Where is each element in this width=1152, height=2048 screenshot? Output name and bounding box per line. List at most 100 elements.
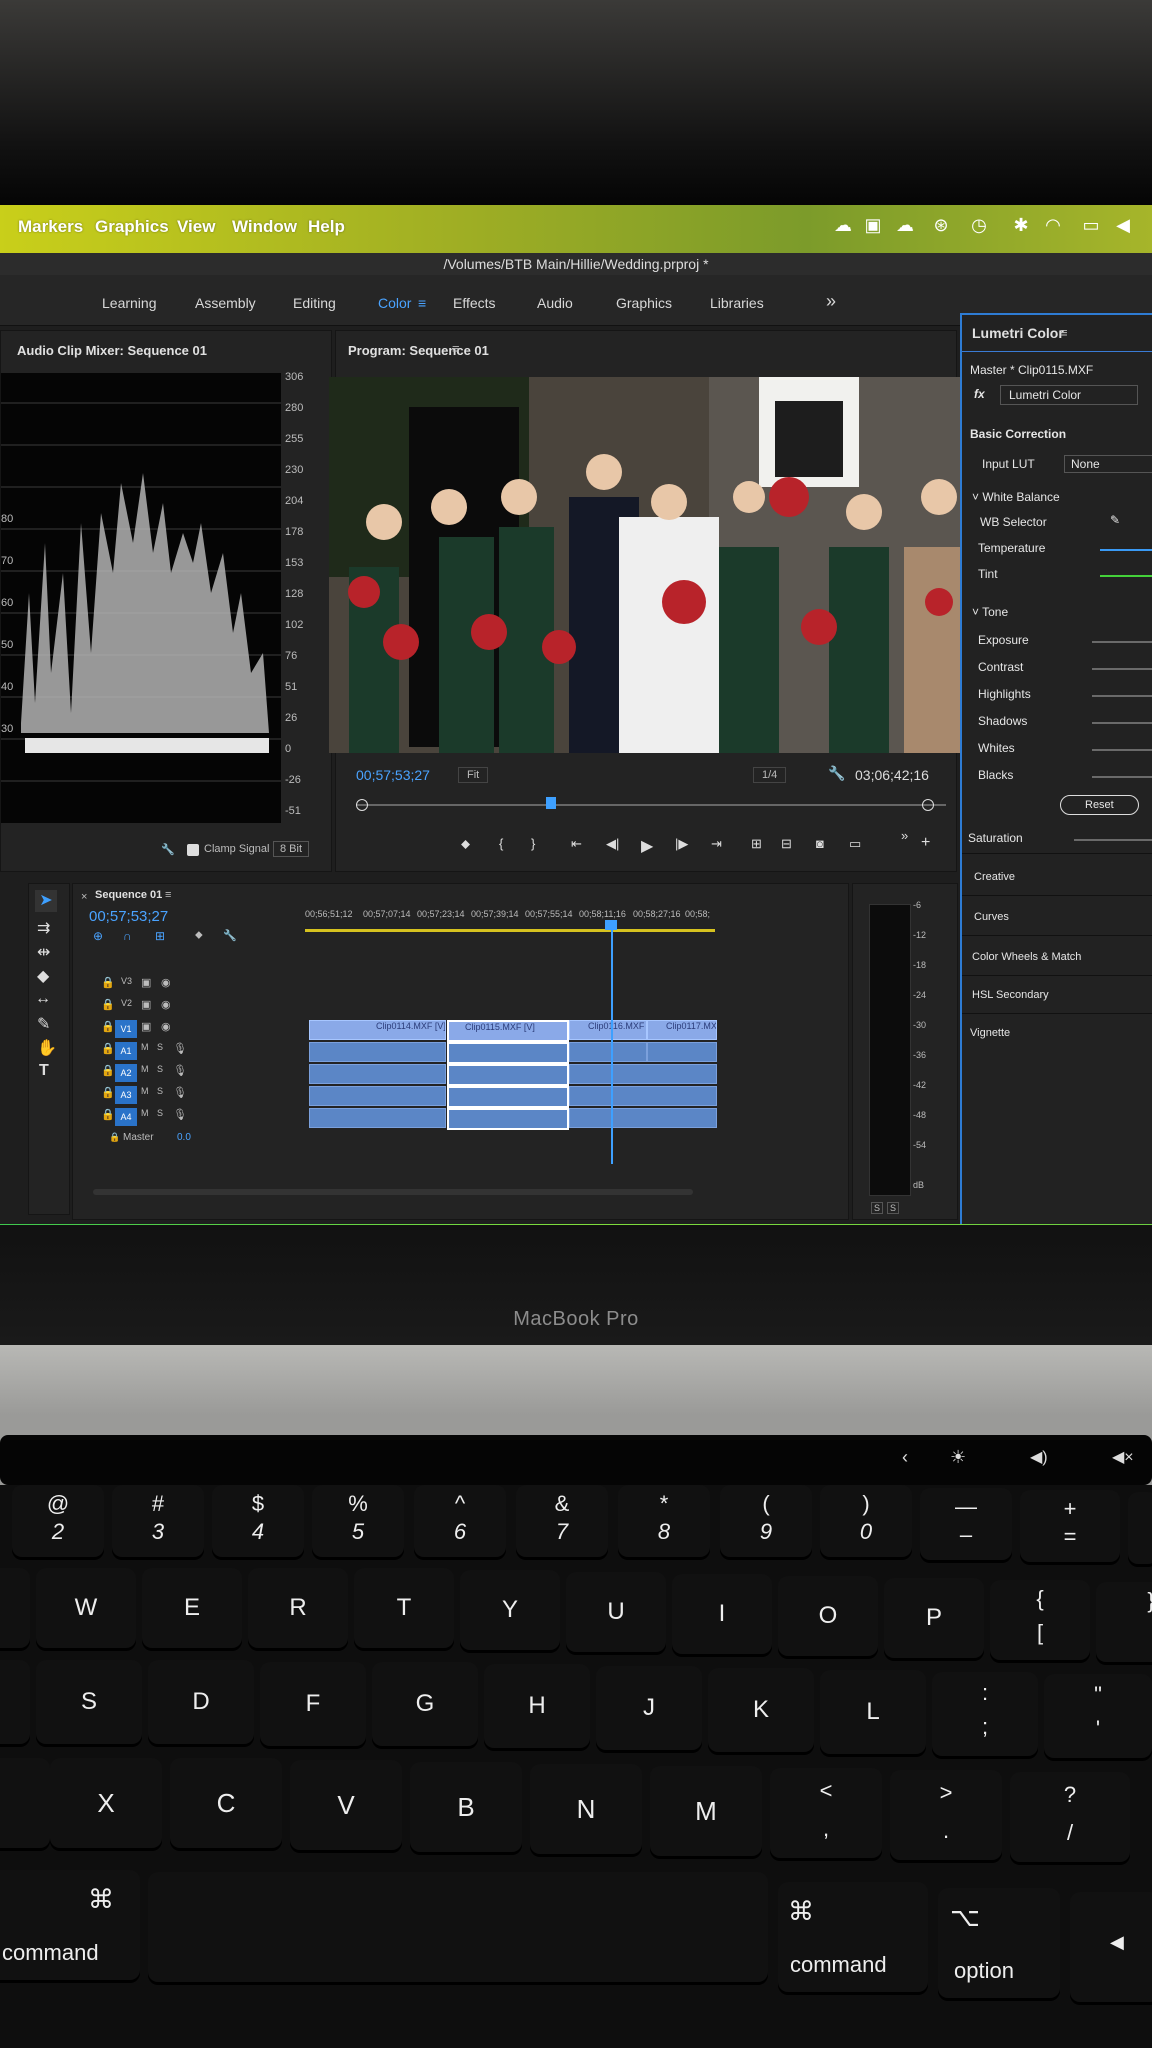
creative-cloud-icon[interactable]: ⊛ bbox=[928, 215, 954, 239]
key-bracket-left[interactable]: {[ bbox=[990, 1580, 1090, 1660]
window-icon[interactable]: ▣ bbox=[860, 215, 886, 239]
saturation-slider[interactable] bbox=[1074, 839, 1152, 841]
solo-button[interactable]: S bbox=[157, 1064, 163, 1074]
wrench-icon[interactable]: 🔧 bbox=[223, 929, 237, 942]
key-option[interactable]: ⌥ option bbox=[938, 1888, 1060, 1998]
wifi-icon[interactable]: ◠ bbox=[1040, 215, 1066, 239]
close-icon[interactable]: × bbox=[81, 891, 87, 903]
section-creative[interactable]: Creative bbox=[974, 871, 1015, 883]
key-r[interactable]: R bbox=[248, 1568, 348, 1648]
time-machine-icon[interactable]: ◷ bbox=[966, 215, 992, 239]
clip-audio[interactable] bbox=[309, 1086, 446, 1106]
hamburger-icon[interactable]: ≡ bbox=[1060, 325, 1068, 340]
camera-icon[interactable]: ◙ bbox=[816, 836, 824, 851]
clip-audio[interactable] bbox=[569, 1108, 717, 1128]
add-marker-icon[interactable]: ⬥ bbox=[195, 929, 203, 942]
tab-color[interactable]: Color bbox=[378, 295, 411, 311]
menu-window[interactable]: Window bbox=[232, 217, 297, 237]
linked-selection-icon[interactable]: ⊞ bbox=[155, 929, 165, 943]
key-m[interactable]: M bbox=[650, 1766, 762, 1856]
lock-icon[interactable]: 🔒 bbox=[101, 1064, 115, 1077]
section-hsl-secondary[interactable]: HSL Secondary bbox=[972, 989, 1049, 1001]
mute-button[interactable]: M bbox=[141, 1064, 149, 1074]
key-period[interactable]: >. bbox=[890, 1770, 1002, 1860]
key-s[interactable]: S bbox=[36, 1660, 142, 1744]
track-target-a2[interactable]: A2 bbox=[115, 1064, 137, 1082]
key-i[interactable]: I bbox=[672, 1574, 772, 1654]
microphone-icon[interactable]: 🎙 bbox=[173, 1108, 187, 1121]
lock-icon[interactable]: 🔒 bbox=[109, 1132, 120, 1143]
fit-select[interactable]: Fit bbox=[458, 767, 489, 783]
key-v[interactable]: V bbox=[290, 1760, 402, 1850]
clip-audio[interactable] bbox=[569, 1042, 647, 1062]
white-balance-toggle[interactable]: ˅ White Balance bbox=[972, 490, 1060, 504]
whites-slider[interactable] bbox=[1092, 749, 1152, 751]
input-lut-select[interactable]: None bbox=[1064, 455, 1152, 473]
blacks-slider[interactable] bbox=[1092, 776, 1152, 778]
key-u[interactable]: U bbox=[566, 1572, 666, 1652]
clip-video[interactable]: Clip0114.MXF [V] bbox=[309, 1020, 446, 1040]
hamburger-icon[interactable]: ≡ bbox=[452, 341, 460, 356]
solo-left-button[interactable]: S bbox=[871, 1202, 884, 1214]
solo-button[interactable]: S bbox=[157, 1042, 163, 1052]
track-target-v1[interactable]: V1 bbox=[115, 1020, 137, 1038]
eyedropper-icon[interactable]: ✎ bbox=[1110, 513, 1120, 527]
key-comma[interactable]: <, bbox=[770, 1768, 882, 1858]
tab-audio[interactable]: Audio bbox=[537, 295, 573, 311]
key-b[interactable]: B bbox=[410, 1762, 522, 1852]
step-forward-icon[interactable]: |▶ bbox=[675, 836, 688, 852]
clip-video[interactable]: Clip0116.MXF [V] bbox=[569, 1020, 647, 1040]
key-delete[interactable] bbox=[1128, 1492, 1152, 1564]
clip-audio[interactable] bbox=[647, 1042, 717, 1062]
tone-toggle[interactable]: ˅ Tone bbox=[972, 605, 1008, 619]
key-bracket-right[interactable]: } bbox=[1096, 1582, 1152, 1662]
solo-right-button[interactable]: S bbox=[887, 1202, 900, 1214]
key-n[interactable]: N bbox=[530, 1764, 642, 1854]
eye-icon[interactable]: ◉ bbox=[161, 998, 171, 1011]
add-button-icon[interactable]: + bbox=[921, 834, 930, 852]
clip-audio-selected[interactable] bbox=[447, 1086, 569, 1108]
reset-button[interactable]: Reset bbox=[1060, 795, 1139, 815]
key-7[interactable]: & 7 bbox=[516, 1485, 608, 1557]
key-c[interactable]: C bbox=[170, 1758, 282, 1848]
key-z[interactable] bbox=[0, 1758, 50, 1848]
key-command-right[interactable]: ⌘ command bbox=[778, 1882, 928, 1992]
key-equals[interactable]: + = bbox=[1020, 1490, 1120, 1562]
clip-audio[interactable] bbox=[309, 1108, 446, 1128]
microphone-icon[interactable]: 🎙 bbox=[173, 1086, 187, 1099]
key-q[interactable] bbox=[0, 1568, 30, 1648]
type-tool-icon[interactable]: T bbox=[39, 1062, 49, 1080]
track-target-a1[interactable]: A1 bbox=[115, 1042, 137, 1060]
temperature-slider[interactable] bbox=[1100, 549, 1152, 551]
out-handle[interactable] bbox=[922, 799, 934, 811]
step-back-icon[interactable]: ◀| bbox=[606, 836, 619, 852]
mark-in-icon[interactable]: { bbox=[499, 836, 503, 851]
timeline-playhead[interactable] bbox=[611, 924, 613, 1164]
brightness-icon[interactable]: ☀ bbox=[950, 1447, 966, 1468]
eye-icon[interactable]: ◉ bbox=[161, 976, 171, 989]
hamburger-icon[interactable]: ≡ bbox=[165, 889, 171, 901]
key-w[interactable]: W bbox=[36, 1568, 136, 1648]
mute-icon[interactable]: ◀× bbox=[1112, 1447, 1134, 1467]
playhead[interactable] bbox=[546, 797, 556, 809]
tint-slider[interactable] bbox=[1100, 575, 1152, 577]
more-icon[interactable]: » bbox=[901, 828, 908, 843]
menu-markers[interactable]: Markers bbox=[18, 217, 83, 237]
magnet-icon[interactable]: ∩ bbox=[123, 929, 132, 943]
key-quote[interactable]: " ' bbox=[1044, 1674, 1152, 1758]
tab-effects[interactable]: Effects bbox=[453, 295, 496, 311]
lock-icon[interactable]: 🔒 bbox=[101, 1020, 115, 1033]
in-handle[interactable] bbox=[356, 799, 368, 811]
resolution-select[interactable]: 1/4 bbox=[753, 767, 787, 783]
solo-button[interactable]: S bbox=[157, 1086, 163, 1096]
mute-button[interactable]: M bbox=[141, 1108, 149, 1118]
clip-audio[interactable] bbox=[309, 1042, 446, 1062]
work-area-bar[interactable] bbox=[305, 929, 715, 932]
sync-lock-icon[interactable]: ▣ bbox=[141, 976, 151, 989]
key-2[interactable]: @2 bbox=[12, 1485, 104, 1557]
sync-lock-icon[interactable]: ▣ bbox=[141, 1020, 151, 1033]
key-space[interactable] bbox=[148, 1872, 768, 1982]
key-6[interactable]: ^ 6 bbox=[414, 1485, 506, 1557]
selection-tool-icon[interactable]: ➤ bbox=[35, 890, 57, 912]
compare-icon[interactable]: ▭ bbox=[849, 836, 861, 852]
